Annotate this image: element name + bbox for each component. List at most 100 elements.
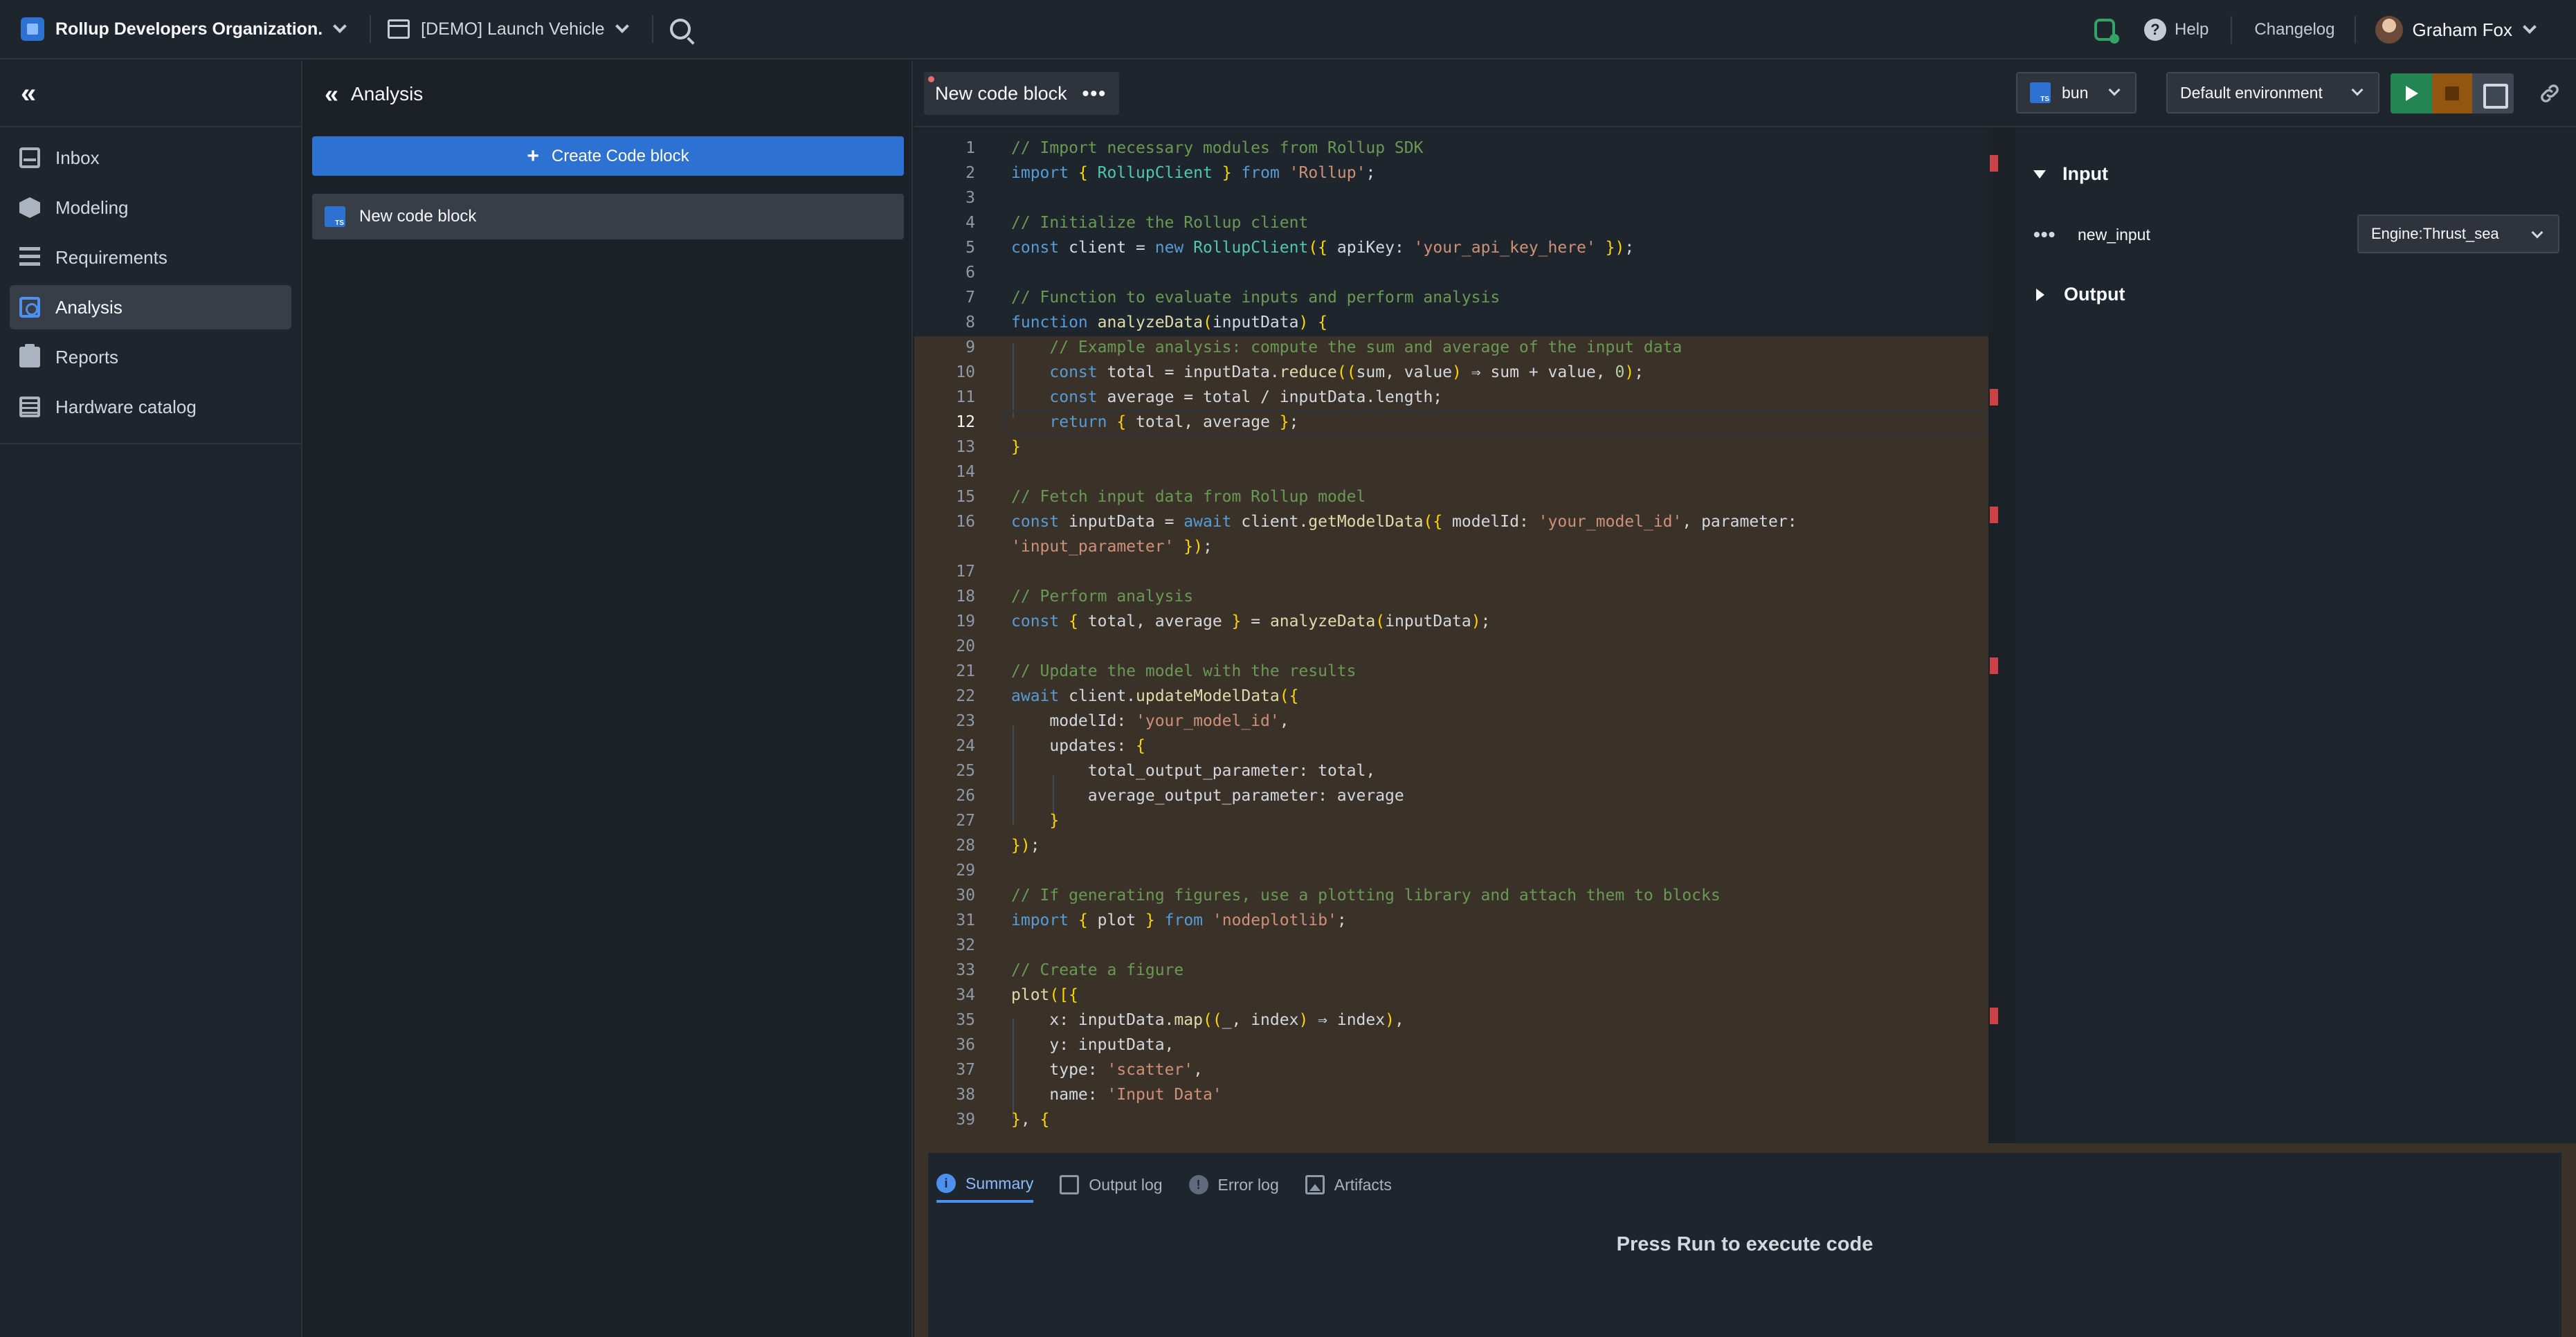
input-section-label: Input	[2062, 163, 2108, 184]
divider	[2354, 16, 2356, 44]
chevron-down-icon	[333, 19, 347, 33]
nav-item-inbox[interactable]: Inbox	[10, 136, 291, 180]
nav-item-label: Inbox	[55, 147, 100, 168]
line-number: 23	[956, 712, 975, 730]
save-button[interactable]	[2472, 73, 2514, 113]
environment-value: Default environment	[2180, 83, 2323, 102]
nav-item-label: Analysis	[55, 296, 123, 318]
line-number: 14	[956, 463, 975, 481]
changelog-button[interactable]: Changelog	[2254, 0, 2334, 60]
left-nav: « Inbox Modeling Requirements Analysis R…	[0, 61, 302, 1337]
inbox-icon	[19, 147, 40, 168]
more-options-icon[interactable]: •••	[1082, 82, 1107, 104]
output-section-label: Output	[2064, 284, 2125, 304]
nav-item-modeling[interactable]: Modeling	[10, 185, 291, 230]
typescript-icon	[325, 206, 345, 227]
editor-header: New code block ••• bun Default environme…	[914, 61, 2576, 127]
nav-item-label: Requirements	[55, 246, 167, 268]
nav-item-analysis[interactable]: Analysis	[10, 285, 291, 329]
project-icon	[388, 19, 410, 39]
runtime-select[interactable]: bun	[2016, 72, 2137, 113]
code-text: // Create a figure	[1011, 961, 1184, 979]
line-number: 10	[956, 363, 975, 381]
caret-down-icon	[2033, 170, 2046, 179]
chevron-down-icon	[2523, 20, 2537, 34]
line-number: 28	[956, 837, 975, 855]
error-marker	[1990, 657, 1998, 674]
code-editor[interactable]: 1 // Import necessary modules from Rollup…	[914, 129, 2001, 1143]
input-section-header[interactable]: Input	[2033, 163, 2108, 185]
code-text: // Import necessary modules from Rollup …	[1011, 139, 1424, 157]
collapse-nav-icon[interactable]: «	[21, 78, 36, 109]
tab-summary[interactable]: i Summary	[936, 1167, 1034, 1203]
run-button[interactable]	[2391, 73, 2432, 113]
nav-item-requirements[interactable]: Requirements	[10, 235, 291, 280]
environment-select[interactable]: Default environment	[2166, 72, 2379, 113]
user-menu[interactable]: Graham Fox	[2375, 0, 2537, 60]
cube-icon	[19, 197, 40, 218]
org-switcher[interactable]: Rollup Developers Organization.	[0, 0, 347, 59]
error-marker	[1990, 1008, 1998, 1024]
tab-new-code-block[interactable]: New code block •••	[924, 72, 1119, 115]
code-block-list-item[interactable]: New code block	[312, 194, 904, 239]
collapse-panel-icon[interactable]: «	[325, 80, 338, 109]
line-number: 34	[956, 986, 975, 1004]
changelog-label: Changelog	[2254, 20, 2335, 39]
code-text: import { RollupClient } from 'Rollup';	[1011, 164, 1376, 182]
line-number: 38	[956, 1086, 975, 1104]
tab-label: Error log	[1217, 1175, 1279, 1194]
code-text: const inputData = await client.getModelD…	[1011, 513, 1797, 556]
line-number: 25	[956, 762, 975, 780]
nav-item-label: Hardware catalog	[55, 396, 197, 417]
chevron-down-icon	[2108, 84, 2121, 96]
help-icon: ?	[2144, 19, 2167, 41]
code-block-label: New code block	[359, 207, 477, 226]
panel-title: Analysis	[351, 83, 424, 104]
create-code-block-button[interactable]: + Create Code block	[312, 136, 904, 176]
code-text: const total = inputData.reduce((sum, val…	[1049, 363, 1644, 381]
line-number: 3	[965, 189, 975, 207]
io-panel: Input ••• new_input Engine:Thrust_sea Ou…	[2015, 129, 2576, 1143]
line-number: 15	[956, 488, 975, 506]
help-button[interactable]: ? Help	[2144, 0, 2208, 60]
input-value-select[interactable]: Engine:Thrust_sea	[2357, 215, 2559, 253]
code-text: // Function to evaluate inputs and perfo…	[1011, 289, 1500, 307]
error-marker	[1990, 507, 1998, 523]
code-text: }	[1011, 438, 1021, 456]
code-text: x: inputData.map((_, index) ⇒ index),	[1011, 1011, 1404, 1029]
database-status-icon[interactable]	[2094, 19, 2120, 44]
nav-list: Inbox Modeling Requirements Analysis Rep…	[0, 127, 301, 444]
nav-item-reports[interactable]: Reports	[10, 335, 291, 379]
line-number: 1	[965, 139, 975, 157]
top-bar: Rollup Developers Organization. [DEMO] L…	[0, 0, 2576, 60]
line-number: 21	[956, 662, 975, 680]
search-button[interactable]	[669, 0, 691, 59]
results-message: Press Run to execute code	[1616, 1233, 1874, 1255]
code-text: updates: {	[1011, 737, 1145, 755]
code-text: // Fetch input data from Rollup model	[1011, 488, 1366, 506]
line-number: 11	[956, 388, 975, 406]
output-section-header[interactable]: Output	[2033, 284, 2125, 305]
editor-scrollbar[interactable]	[1988, 129, 2001, 1143]
tab-label: Summary	[965, 1174, 1034, 1192]
code-text: type: 'scatter',	[1011, 1061, 1203, 1079]
divider	[370, 15, 372, 43]
analysis-icon	[19, 297, 40, 318]
nav-item-hardware-catalog[interactable]: Hardware catalog	[10, 385, 291, 429]
more-options-icon[interactable]: •••	[2033, 224, 2065, 246]
project-name: [DEMO] Launch Vehicle	[421, 19, 605, 39]
code-text: return { total, average };	[1049, 413, 1299, 431]
code-text: modelId: 'your_model_id',	[1011, 712, 1289, 730]
chevron-down-icon	[615, 19, 629, 33]
line-number: 22	[956, 687, 975, 705]
line-number: 36	[956, 1036, 975, 1054]
tab-artifacts[interactable]: Artifacts	[1305, 1167, 1392, 1203]
link-icon[interactable]	[2538, 82, 2561, 105]
line-number: 2	[965, 164, 975, 182]
error-marker	[1990, 389, 1998, 406]
tab-error-log[interactable]: ! Error log	[1188, 1167, 1279, 1203]
line-number: 17	[956, 563, 975, 581]
stop-button[interactable]	[2432, 73, 2472, 113]
project-switcher[interactable]: [DEMO] Launch Vehicle	[388, 0, 629, 59]
tab-output-log[interactable]: Output log	[1060, 1167, 1163, 1203]
